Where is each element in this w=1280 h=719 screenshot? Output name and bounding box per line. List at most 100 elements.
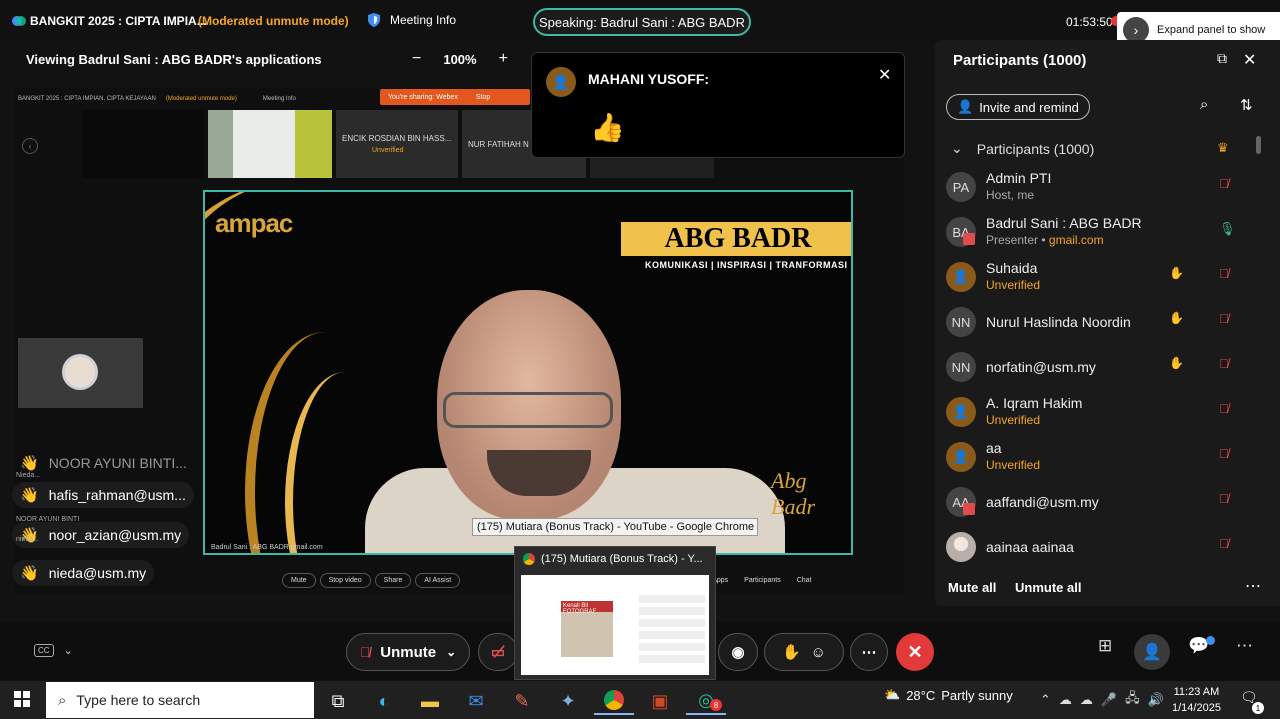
mic-muted-icon[interactable]: 🎙̸ — [1219, 176, 1229, 191]
participants-icon[interactable]: 👤 — [1134, 634, 1170, 670]
window-title-tooltip: (175) Mutiara (Bonus Track) - YouTube - … — [472, 518, 758, 536]
mic-muted-icon[interactable]: 🎙̸ — [1219, 311, 1229, 326]
app-icon[interactable]: ✦ — [548, 687, 588, 715]
reactions-button[interactable]: ✋ ☺ — [764, 633, 844, 671]
participant-row[interactable]: 👤 Suhaida Unverified ✋ 🎙̸ — [935, 256, 1265, 300]
sort-icon[interactable]: ⇅ — [1240, 96, 1253, 114]
participants-panel: Participants (1000) ⧉ ✕ 👤 Invite and rem… — [935, 40, 1280, 606]
microphone-icon[interactable]: 🎤 — [1101, 692, 1117, 708]
panel-scrollbar[interactable] — [1256, 136, 1261, 154]
unmute-all-button[interactable]: Unmute all — [1015, 580, 1081, 595]
participants-section-header[interactable]: ⌄ Participants (1000) — [951, 140, 1094, 157]
chrome-taskbar-icon[interactable] — [594, 687, 634, 715]
meeting-info-button[interactable]: Meeting Info — [366, 12, 456, 28]
captions-button[interactable]: CC ⌄ — [34, 644, 73, 657]
reaction-name: NOOR AYUNI BINTI... — [48, 455, 187, 471]
chat-notification-dot — [1206, 636, 1215, 645]
brand-name-banner: ABG BADR — [621, 222, 851, 256]
reaction-toast: 👋 hafis_rahman@usm... — [12, 482, 194, 508]
video-thumbnail — [82, 110, 204, 178]
chevron-down-icon: ⌄ — [63, 645, 73, 657]
powerpoint-icon[interactable]: ▣ — [640, 687, 680, 715]
reaction-popup: 👤 MAHANI YUSOFF: ✕ 👍 — [531, 52, 905, 158]
mail-icon[interactable]: ✉ — [456, 687, 496, 715]
domain-label: gmail.com — [1048, 233, 1104, 247]
popup-sender-name: MAHANI YUSOFF: — [588, 71, 710, 87]
participant-name: aa — [986, 440, 1002, 456]
chevron-left-icon[interactable]: ‹ — [22, 138, 38, 154]
volume-icon[interactable]: 🔊 — [1148, 692, 1164, 708]
webex-taskbar-icon[interactable]: ◎ 8 — [686, 687, 726, 715]
reaction-toast: 👋 noor_azian@usm.my — [12, 522, 190, 548]
cloud-icon[interactable]: ☁ — [1080, 692, 1093, 708]
participant-row[interactable]: NN norfatin@usm.my ✋ 🎙̸ — [935, 346, 1265, 390]
search-icon[interactable]: ⌕ — [1200, 96, 1208, 113]
chrome-window-preview[interactable]: (175) Mutiara (Bonus Track) - Y... Kenal… — [514, 546, 716, 680]
webex-window: BANGKIT 2025 : CIPTA IMPIA... (Moderated… — [0, 0, 1280, 719]
participant-row[interactable]: PA Admin PTI Host, me 🎙̸ — [935, 166, 1265, 210]
unmute-button[interactable]: 🎙̸ Unmute ⌄ — [346, 633, 470, 671]
video-off-icon[interactable]: ▭̸ — [478, 633, 518, 671]
leave-meeting-icon[interactable]: ✕ — [896, 633, 934, 671]
mute-all-button[interactable]: Mute all — [948, 580, 996, 595]
participant-row[interactable]: 👤 A. Iqram Hakim Unverified 🎙̸ — [935, 391, 1265, 435]
webex-badge: 8 — [710, 699, 722, 711]
thumbs-up-icon: 👍 — [590, 112, 625, 143]
task-view-icon[interactable]: ⧉ — [318, 687, 358, 715]
mic-muted-icon[interactable]: 🎙̸ — [1219, 536, 1229, 551]
edge-icon[interactable]: ◐ — [364, 687, 404, 715]
paint-icon[interactable]: ✎ — [502, 687, 542, 715]
participant-row[interactable]: aainaa aainaa 🎙̸ — [935, 526, 1265, 570]
mic-muted-icon[interactable]: 🎙̸ — [1219, 401, 1229, 416]
self-view-video[interactable] — [18, 338, 143, 408]
participant-row[interactable]: BA Badrul Sani : ABG BADR Presenter • gm… — [935, 211, 1265, 255]
mic-muted-icon[interactable]: 🎙̸ — [1219, 266, 1229, 281]
mic-muted-icon[interactable]: 🎙̸ — [1219, 491, 1229, 506]
zoom-out-button[interactable]: − — [412, 50, 421, 68]
raised-hand-icon: ✋ — [1169, 311, 1184, 325]
record-icon[interactable]: ◉ — [718, 633, 758, 671]
taskbar-search[interactable]: ⌕ Type here to search — [46, 682, 314, 718]
onedrive-icon[interactable]: ☁ — [1059, 692, 1072, 708]
reaction-small-label: nieda... — [16, 536, 39, 543]
participant-status: Unverified — [986, 278, 1041, 292]
weather-desc: Partly sunny — [941, 687, 1013, 703]
weather-temp: 28°C — [906, 687, 936, 703]
reaction-name: hafis_rahman@usm... — [48, 487, 186, 503]
close-icon[interactable]: ✕ — [878, 65, 891, 85]
taskbar-clock[interactable]: 11:23 AM 1/14/2025 — [1172, 684, 1221, 716]
more-options-icon[interactable]: ⋯ — [1236, 636, 1253, 656]
mic-on-icon[interactable]: 🎙 — [1219, 221, 1236, 237]
sharing-badge-icon — [963, 233, 975, 245]
chevron-up-icon[interactable]: ⌃ — [1040, 692, 1051, 708]
mic-muted-icon[interactable]: 🎙̸ — [1219, 356, 1229, 371]
file-explorer-icon[interactable]: ▬ — [410, 687, 450, 715]
mini-stop-label: Stop — [475, 93, 491, 101]
participant-row[interactable]: 👤 aa Unverified 🎙̸ — [935, 436, 1265, 480]
mini-title: BANGKIT 2025 : CIPTA IMPIAN, CIPTA KEJAY… — [18, 96, 156, 102]
meeting-info-label: Meeting Info — [390, 13, 457, 27]
close-icon[interactable]: ✕ — [1243, 50, 1256, 70]
weather-widget[interactable]: ⛅ 28°C Partly sunny — [884, 687, 1013, 703]
invite-and-remind-button[interactable]: 👤 Invite and remind — [946, 94, 1090, 120]
mini-sharing-banner: You're sharing: Webex Stop — [380, 89, 530, 105]
participant-status: Unverified — [986, 413, 1041, 427]
participant-row[interactable]: AA aaffandi@usm.my 🎙̸ — [935, 481, 1265, 525]
user-icon: 👤 — [946, 262, 976, 292]
brand-tagline: KOMUNIKASI | INSPIRASI | TRANFORMASI — [645, 260, 848, 270]
windows-start-icon[interactable] — [14, 691, 30, 707]
popout-icon[interactable]: ⧉ — [1217, 50, 1227, 67]
more-options-icon[interactable]: ⋯ — [850, 633, 888, 671]
person-add-icon: 👤 — [957, 99, 974, 114]
zoom-in-button[interactable]: + — [499, 50, 508, 68]
avatar: NN — [946, 307, 976, 337]
participant-name: aainaa aainaa — [986, 539, 1074, 555]
participant-name: Badrul Sani : ABG BADR — [986, 215, 1142, 231]
apps-icon[interactable]: ⊞ — [1098, 636, 1112, 656]
network-icon[interactable]: 🖧 — [1125, 689, 1140, 711]
presenter-video: ampac ABG BADR KOMUNIKASI | INSPIRASI | … — [203, 190, 853, 555]
mini-participants-button: Participants — [744, 576, 781, 584]
more-options-icon[interactable]: ⋯ — [1245, 576, 1261, 596]
participant-row[interactable]: NN Nurul Haslinda Noordin ✋ 🎙̸ — [935, 301, 1265, 345]
mic-muted-icon[interactable]: 🎙̸ — [1219, 446, 1229, 461]
